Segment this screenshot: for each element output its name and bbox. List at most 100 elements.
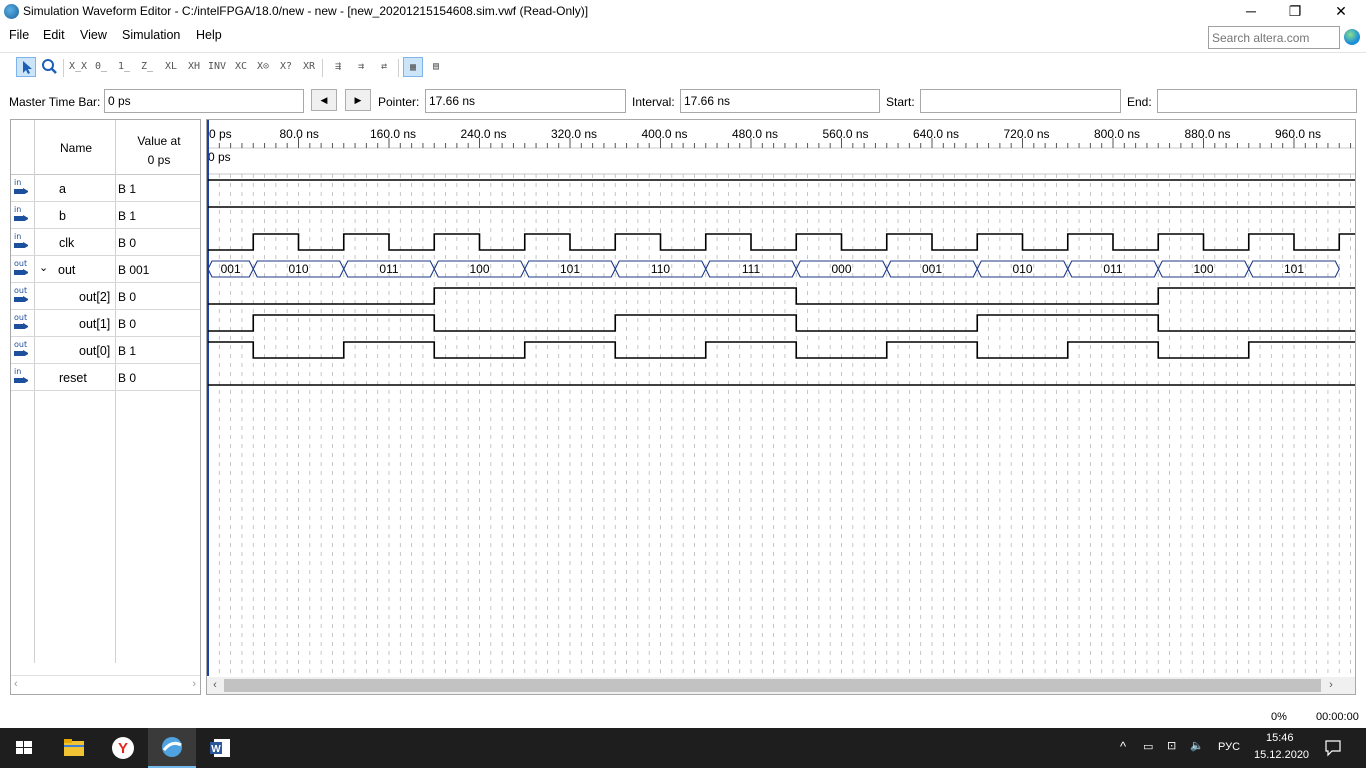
signal-row[interactable]: out out[1] B 0 [11,310,200,337]
minimize-button[interactable]: ─ [1228,0,1274,24]
search-input[interactable] [1208,26,1340,49]
zoom-tool-icon[interactable] [39,57,59,77]
time-label: 880.0 ns [1185,127,1231,141]
start-button[interactable] [0,728,48,768]
master-time-label: Master Time Bar: [9,95,101,109]
forcing-low-icon[interactable]: 0̲ [91,57,111,77]
sort-icon[interactable]: ⇉ [351,57,371,77]
signal-value: B 1 [118,344,137,358]
snap-to-grid-icon[interactable]: ⇶ [328,57,348,77]
network-icon[interactable]: ⊡ [1167,739,1176,752]
waveform-canvas[interactable]: 0 ps 80.0 ns 160.0 ns 240.0 ns 320.0 ns 400.0… [207,120,1356,676]
master-time-field[interactable]: 0 ps [104,89,304,113]
menu-simulation[interactable]: Simulation [122,28,180,42]
pointer-field[interactable]: 17.66 ns [425,89,626,113]
signal-row[interactable]: out out[2] B 0 [11,283,200,310]
value-column-header[interactable]: Value at 0 ps [121,132,197,170]
count-value-icon[interactable]: XC [231,57,251,77]
time-label: 800.0 ns [1094,127,1140,141]
menu-bar: File Edit View Simulation Help [0,24,1366,48]
word-icon[interactable]: W [197,728,245,768]
menu-edit[interactable]: Edit [43,28,65,42]
globe-icon[interactable] [1344,29,1360,45]
maximize-button[interactable]: ❐ [1272,0,1318,24]
quartus-taskbar-icon[interactable] [148,728,196,768]
grid-settings-icon[interactable]: ▤ [426,57,446,77]
bus-value: 011 [1103,262,1122,276]
group-icon[interactable]: ⇄ [374,57,394,77]
interval-field[interactable]: 17.66 ns [680,89,880,113]
bus-value: 001 [922,262,942,276]
signal-value: B 1 [118,182,137,196]
end-field[interactable] [1157,89,1357,113]
signal-row[interactable]: out ⌄ out B 001 [11,256,200,283]
svg-text:Y: Y [118,740,128,757]
arbitrary-value-icon[interactable]: X? [276,57,296,77]
signal-row[interactable]: in reset B 0 [11,364,200,391]
signal-value: B 001 [118,263,150,277]
close-button[interactable]: ✕ [1318,0,1364,24]
weak-low-icon[interactable]: XH [184,57,204,77]
signal-row[interactable]: in a B 1 [11,175,200,202]
time-label: 640.0 ns [913,127,959,141]
bus-value: 010 [1012,262,1032,276]
signal-name: out [58,263,76,277]
time-bar: Master Time Bar: 0 ps ◀ ▶ Pointer: 17.66… [0,84,1366,118]
scroll-right-icon[interactable]: › [1323,677,1339,694]
bus-value: 101 [1284,262,1304,276]
time-label: 160.0 ns [370,127,416,141]
invert-icon[interactable]: INV [207,57,227,77]
signal-name: clk [59,236,75,250]
signal-value: B 0 [118,371,137,385]
time-label: 80.0 ns [280,127,319,141]
signal-row[interactable]: out out[0] B 1 [11,337,200,364]
wave-out-0 [208,341,1355,359]
notifications-icon[interactable] [1324,739,1342,757]
svg-text:W: W [211,744,221,755]
bus-value: 001 [221,262,241,276]
start-field[interactable] [920,89,1121,113]
weak-unknown-icon[interactable]: XL [161,57,181,77]
scroll-left-icon[interactable]: ‹ [207,677,223,694]
forcing-high-icon[interactable]: 1̲ [114,57,134,77]
cursor-label: 0 ps [208,150,231,164]
language-indicator[interactable]: РУС [1218,741,1240,753]
next-transition-button[interactable]: ▶ [345,89,371,111]
selection-tool-icon[interactable] [16,57,36,77]
battery-icon[interactable]: ▭ [1143,740,1153,753]
signal-name: b [59,209,66,223]
menu-help[interactable]: Help [196,28,222,42]
scroll-thumb[interactable] [224,679,1321,692]
file-explorer-icon[interactable] [50,728,98,768]
random-value-icon[interactable]: XR [299,57,319,77]
time-label: 480.0 ns [732,127,778,141]
progress-text: 0% [1271,711,1287,723]
name-column-header[interactable]: Name [60,141,92,155]
high-impedance-icon[interactable]: Z̲ [137,57,157,77]
clock-icon[interactable]: X⊙ [253,57,273,77]
menu-file[interactable]: File [9,28,29,42]
bus-value: 110 [651,262,670,276]
show-hidden-icons[interactable]: ^ [1120,739,1126,754]
menu-view[interactable]: View [80,28,107,42]
yandex-browser-icon[interactable]: Y [99,728,147,768]
forcing-unknown-icon[interactable]: X̲X [68,57,88,77]
output-pin-icon: out [13,286,31,305]
expand-chevron-icon[interactable]: ⌄ [39,261,48,274]
signal-row[interactable]: in clk B 0 [11,229,200,256]
waveform-panel[interactable]: 0 ps 80.0 ns 160.0 ns 240.0 ns 320.0 ns 400.0… [206,119,1356,695]
prev-transition-button[interactable]: ◀ [311,89,337,111]
horizontal-scrollbar[interactable]: ‹ › [207,677,1355,694]
bus-value: 100 [1193,262,1213,276]
overwrite-clock-icon[interactable]: ▦ [403,57,423,77]
signal-names-panel: Name Value at 0 ps in a B 1 in b B 1 in clk B 0o… [10,119,201,695]
end-label: End: [1127,95,1152,109]
taskbar: Y W ^ ▭ ⊡ 🔈 РУС 15:46 15.12.2020 [0,728,1366,768]
signal-value: B 1 [118,209,137,223]
signal-name: a [59,182,66,196]
volume-icon[interactable]: 🔈 [1190,739,1204,752]
clock-time[interactable]: 15:46 [1266,732,1294,744]
names-scrollbar[interactable]: ‹ › [11,675,200,694]
signal-row[interactable]: in b B 1 [11,202,200,229]
clock-date[interactable]: 15.12.2020 [1254,749,1309,761]
